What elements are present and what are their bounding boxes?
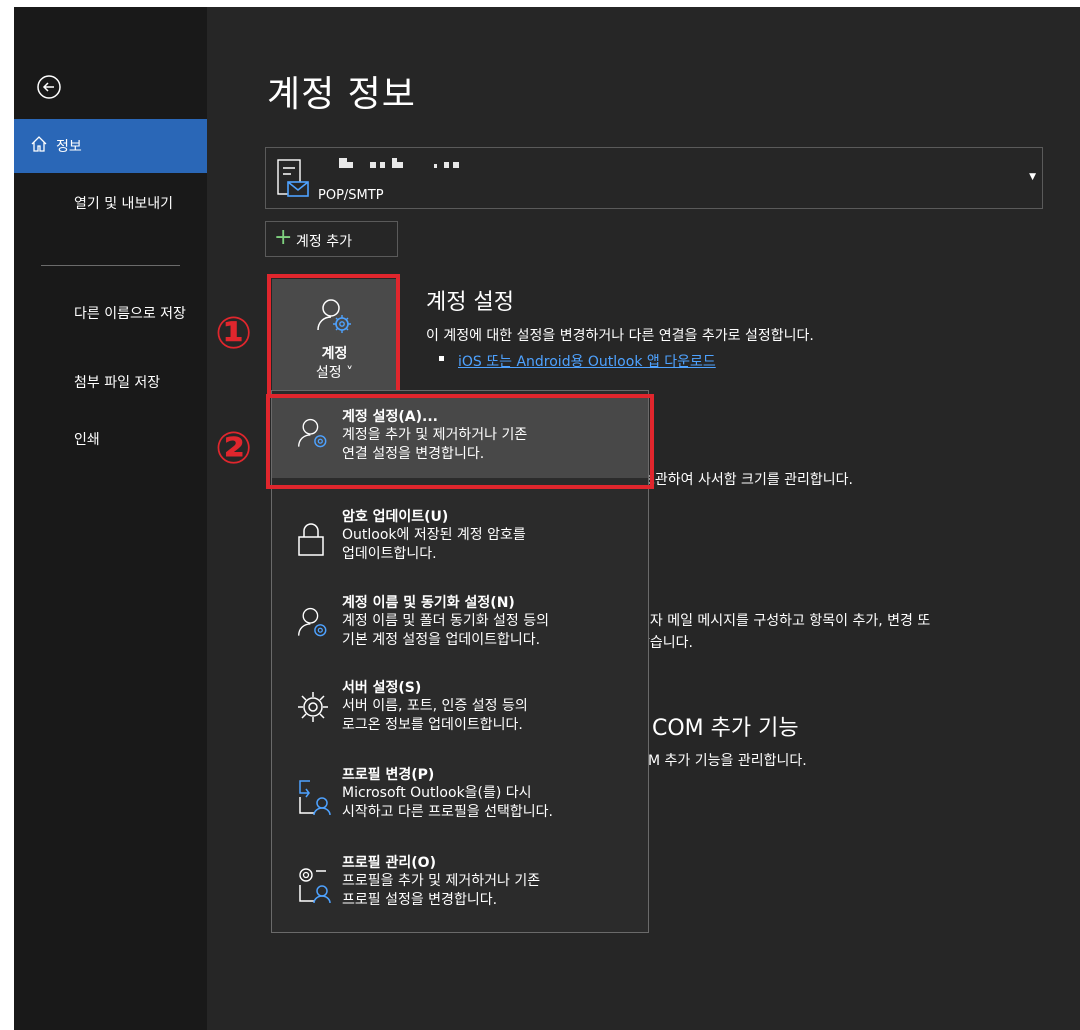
plus-icon: + (274, 225, 293, 250)
change-profile-icon (296, 777, 332, 821)
home-icon (30, 135, 48, 157)
sidebar: 정보 열기 및 내보내기 다른 이름으로 저장 첨부 파일 저장 인쇄 (14, 7, 207, 1030)
menu-item-change-profile[interactable]: 프로필 변경(P) Microsoft Outlook을(를) 다시시작하고 다… (272, 749, 648, 831)
menu-item-desc: Outlook에 저장된 계정 암호를업데이트합니다. (342, 526, 642, 564)
menu-item-desc: Microsoft Outlook을(를) 다시시작하고 다른 프로필을 선택합… (342, 784, 642, 822)
step2-marker: ② (215, 423, 253, 474)
menu-item-desc-line2: 기본 계정 설정을 업데이트합니다. (342, 632, 541, 648)
highlight-box-step2 (266, 394, 654, 489)
menu-item-name-sync-settings[interactable]: 계정 이름 및 동기화 설정(N) 계정 이름 및 폴더 동기화 설정 등의기본… (272, 577, 648, 659)
menu-item-desc-line1: Microsoft Outlook을(를) 다시 (342, 785, 532, 801)
sidebar-item-save-as[interactable]: 다른 이름으로 저장 (74, 305, 199, 323)
menu-item-title: 서버 설정(S) (342, 680, 422, 696)
menu-item-desc-line2: 시작하고 다른 프로필을 선택합니다. (342, 804, 553, 820)
sidebar-divider (41, 265, 180, 266)
account-type: POP/SMTP (318, 188, 384, 203)
rules-desc-line1-partial: 전자 메일 메시지를 구성하고 항목이 추가, 변경 또 (637, 613, 931, 629)
sidebar-item-save-attachments[interactable]: 첨부 파일 저장 (74, 374, 199, 392)
manage-profile-icon (296, 865, 332, 909)
menu-item-desc-line1: 서버 이름, 포트, 인증 설정 등의 (342, 698, 528, 714)
mailbox-desc-partial: 보관하여 사서함 크기를 관리합니다. (642, 472, 853, 488)
add-account-label: 계정 추가 (296, 234, 352, 250)
menu-item-title: 계정 이름 및 동기화 설정(N) (342, 595, 515, 611)
account-settings-desc: 이 계정에 대한 설정을 변경하거나 다른 연결을 추가로 설정합니다. (426, 328, 814, 344)
menu-item-desc-line2: 업데이트합니다. (342, 546, 437, 562)
sidebar-item-label: 정보 (56, 139, 82, 155)
menu-item-desc-line2: 프로필 설정을 변경합니다. (342, 892, 498, 908)
sidebar-item-print[interactable]: 인쇄 (74, 431, 199, 449)
menu-item-manage-profiles[interactable]: 프로필 관리(O) 프로필을 추가 및 제거하거나 기존프로필 설정을 변경합니… (272, 837, 648, 919)
menu-item-desc-line1: Outlook에 저장된 계정 암호를 (342, 527, 526, 543)
menu-item-update-password[interactable]: 암호 업데이트(U) Outlook에 저장된 계정 암호를업데이트합니다. (272, 491, 648, 573)
account-sync-icon (296, 605, 332, 645)
lock-icon (296, 519, 326, 563)
menu-item-desc-line1: 프로필을 추가 및 제거하거나 기존 (342, 873, 541, 889)
menu-item-desc: 서버 이름, 포트, 인증 설정 등의로그온 정보를 업데이트합니다. (342, 697, 642, 735)
outlook-app-download-link[interactable]: iOS 또는 Android용 Outlook 앱 다운로드 (458, 351, 716, 371)
menu-item-desc: 프로필을 추가 및 제거하거나 기존프로필 설정을 변경합니다. (342, 872, 642, 910)
add-account-button[interactable]: + 계정 추가 (265, 221, 398, 257)
backstage-window: 정보 열기 및 내보내기 다른 이름으로 저장 첨부 파일 저장 인쇄 계정 정… (14, 7, 1080, 1030)
back-arrow-circle-icon (37, 75, 61, 99)
step1-marker: ① (215, 308, 253, 359)
sidebar-item-open-export[interactable]: 열기 및 내보내기 (74, 195, 199, 213)
bullet-icon (439, 356, 444, 361)
gear-icon (296, 690, 330, 728)
menu-item-desc-line2: 로그온 정보를 업데이트합니다. (342, 717, 523, 733)
com-addins-desc-partial: OM 추가 기능을 관리합니다. (637, 753, 807, 769)
account-settings-title: 계정 설정 (426, 290, 514, 315)
mailbox-icon (276, 158, 310, 204)
menu-item-desc: 계정 이름 및 폴더 동기화 설정 등의기본 계정 설정을 업데이트합니다. (342, 612, 642, 650)
account-selector[interactable]: POP/SMTP ▼ (265, 147, 1043, 209)
chevron-down-icon: ▼ (1029, 172, 1036, 182)
menu-item-desc-line1: 계정 이름 및 폴더 동기화 설정 등의 (342, 613, 550, 629)
menu-item-title: 프로필 변경(P) (342, 767, 435, 783)
sidebar-item-info[interactable]: 정보 (14, 119, 207, 173)
highlight-box-step1 (267, 274, 400, 394)
menu-item-title: 프로필 관리(O) (342, 855, 436, 871)
com-addins-title-partial: COM 추가 기능 (652, 716, 799, 741)
menu-item-server-settings[interactable]: 서버 설정(S) 서버 이름, 포트, 인증 설정 등의로그온 정보를 업데이트… (272, 662, 648, 744)
menu-item-title: 암호 업데이트(U) (342, 509, 449, 525)
page-title: 계정 정보 (267, 74, 416, 115)
back-button[interactable] (36, 74, 62, 100)
